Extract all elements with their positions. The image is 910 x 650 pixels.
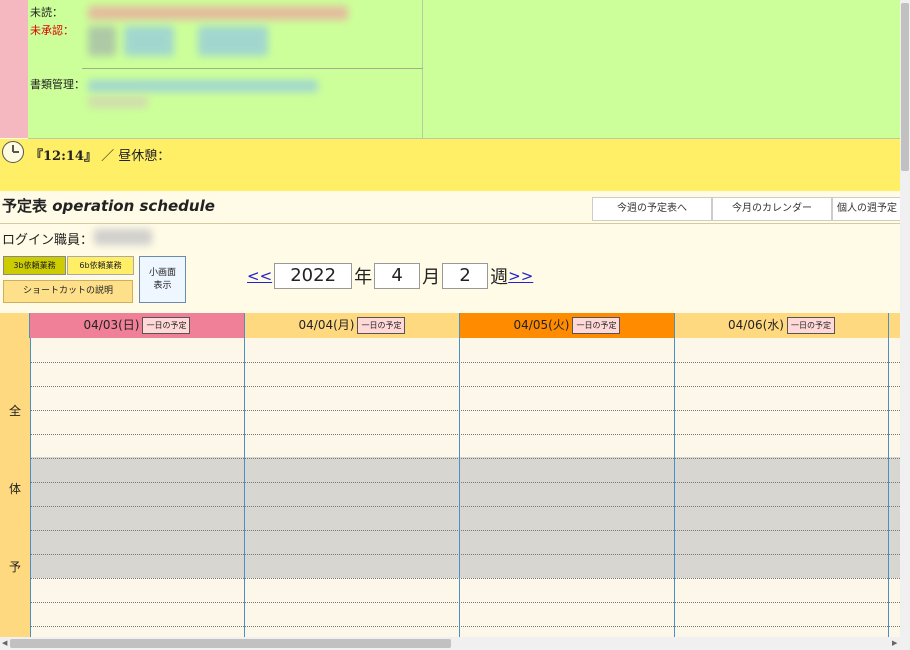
row-label-char: 体 — [9, 482, 22, 496]
time-row-line — [30, 626, 900, 627]
day-header-0: 04/03(日) 一日の予定 — [30, 313, 245, 338]
shortcut-help-button[interactable]: ショートカットの説明 — [3, 280, 133, 303]
login-staff-name-redacted — [94, 229, 152, 245]
top-left-strip — [0, 0, 28, 138]
time-row-line — [30, 530, 900, 531]
unapproved-content-redacted — [88, 26, 116, 56]
day-schedule-button[interactable]: 一日の予定 — [572, 317, 621, 334]
time-row-line — [30, 482, 900, 483]
next-week-link[interactable]: >> — [508, 267, 533, 285]
document-content-redacted — [88, 96, 148, 108]
month-input[interactable]: 4 — [374, 263, 421, 289]
unread-label: 未読： — [30, 6, 63, 19]
day-column-divider — [459, 338, 460, 638]
day-schedule-button[interactable]: 一日の予定 — [786, 317, 835, 334]
time-row-line — [30, 602, 900, 603]
personal-week-schedule-button[interactable]: 個人の週予定 — [832, 197, 902, 221]
this-week-schedule-button[interactable]: 今週の予定表へ — [592, 197, 712, 221]
clock-icon — [2, 141, 24, 163]
request-6b-button[interactable]: 6b依頼業務 — [67, 256, 134, 275]
month-unit: 月 — [422, 267, 441, 288]
time-row-line — [30, 362, 900, 363]
row-label-char: 予 — [9, 560, 22, 574]
week-input[interactable]: 2 — [442, 263, 489, 289]
off-hours-band — [30, 457, 900, 578]
time-row-line — [30, 434, 900, 435]
horizontal-scrollbar-thumb[interactable] — [10, 639, 451, 648]
document-content-redacted — [88, 80, 318, 92]
schedule-grid: 04/03(日) 一日の予定 04/04(月) 一日の予定 04/05(火) 一日の予… — [0, 313, 900, 638]
day-schedule-button[interactable]: 一日の予定 — [357, 317, 406, 334]
day-column-divider — [674, 338, 675, 638]
scroll-left-arrow-icon[interactable]: ◀ — [2, 639, 7, 647]
page-title: 予定表 operation schedule — [2, 197, 215, 215]
notification-panel-right — [423, 0, 900, 139]
request-3b-button[interactable]: 3b依頼業務 — [3, 256, 66, 275]
day-header-4 — [889, 313, 900, 338]
current-time: 『12:14』 — [30, 149, 97, 164]
small-screen-button[interactable]: 小画面 表示 — [139, 256, 186, 303]
day-header-2: 04/05(火) 一日の予定 — [460, 313, 675, 338]
week-unit: 週 — [490, 267, 509, 288]
year-unit: 年 — [354, 267, 373, 288]
day-column-divider — [244, 338, 245, 638]
divider — [82, 68, 446, 69]
document-label: 書類管理： — [30, 78, 85, 91]
corner-cell — [0, 313, 30, 338]
time-row-line — [30, 410, 900, 411]
day-header-3: 04/06(水) 一日の予定 — [675, 313, 889, 338]
time-row-line — [30, 506, 900, 507]
year-input[interactable]: 2022 — [274, 263, 353, 289]
clock-status: 『12:14』 ／ 昼休憩： — [30, 145, 170, 164]
row-label-column: 全 体 予 — [0, 338, 31, 638]
unapproved-label: 未承認： — [30, 24, 74, 37]
login-staff-label: ログイン職員： — [2, 233, 94, 248]
day-header-1: 04/04(月) 一日の予定 — [245, 313, 460, 338]
unread-content-redacted — [88, 6, 348, 20]
unapproved-content-redacted — [198, 26, 268, 56]
time-row-line — [30, 578, 900, 579]
day-column-divider — [888, 338, 889, 638]
header-divider — [0, 223, 900, 224]
time-row-line — [30, 458, 900, 459]
time-row-line — [30, 554, 900, 555]
prev-week-link[interactable]: << — [247, 267, 272, 285]
week-selector: << 2022 年 4 月 2 週 >> — [247, 262, 533, 290]
break-status: ／ 昼休憩： — [101, 149, 171, 164]
notification-panel: 未読： 未承認： 書類管理： — [28, 0, 446, 139]
unapproved-content-redacted — [124, 26, 174, 56]
time-row-line — [30, 386, 900, 387]
vertical-scrollbar-thumb[interactable] — [901, 3, 909, 171]
row-label-char: 全 — [9, 404, 22, 418]
this-month-calendar-button[interactable]: 今月のカレンダー — [712, 197, 832, 221]
day-schedule-button[interactable]: 一日の予定 — [142, 317, 191, 334]
scroll-right-arrow-icon[interactable]: ▶ — [892, 639, 897, 647]
